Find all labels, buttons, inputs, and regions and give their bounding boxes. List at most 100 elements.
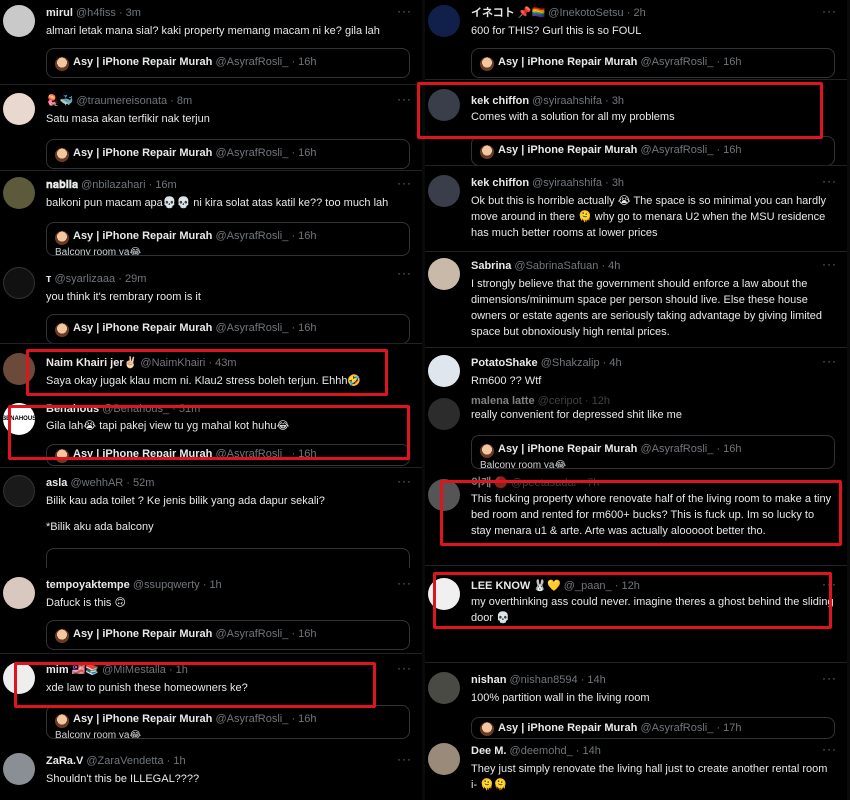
reply-tweet[interactable]: mim 🇲🇾📚 @MiMestalla · 1h ··· xde law to …	[0, 657, 422, 740]
timestamp[interactable]: 52m	[133, 477, 154, 489]
reply-tweet[interactable]: asla @wehhAR · 52m ··· Bilik kau ada toi…	[0, 470, 422, 568]
avatar[interactable]	[3, 267, 35, 299]
display-name[interactable]: Dee M.	[471, 745, 506, 757]
timestamp[interactable]: 1h	[176, 664, 188, 676]
user-handle[interactable]: @traumereisonata	[76, 95, 167, 107]
timestamp[interactable]: 4h	[608, 260, 620, 272]
user-handle[interactable]: @_paan_	[564, 580, 612, 592]
display-name[interactable]: 🪼🐳	[46, 95, 73, 107]
avatar[interactable]	[428, 578, 460, 610]
user-handle[interactable]: @syiraahshifa	[532, 95, 602, 107]
timestamp[interactable]: 51m	[179, 403, 200, 415]
more-options-icon[interactable]: ···	[822, 257, 837, 271]
user-handle[interactable]: @Benahous_	[102, 403, 169, 415]
more-options-icon[interactable]: ···	[822, 4, 837, 18]
reply-tweet[interactable]: Sabrina @SabrinaSafuan · 4h ··· I strong…	[425, 253, 847, 348]
display-name[interactable]: asla	[46, 477, 67, 489]
quoted-tweet-card[interactable]: Asy | iPhone Repair Murah @AsyrafRosli_ …	[46, 48, 410, 78]
avatar[interactable]	[428, 398, 460, 430]
quoted-tweet-card[interactable]: Asy | iPhone Repair Murah @AsyrafRosli_ …	[46, 314, 410, 344]
display-name[interactable]: 𝐧𝐚𝐛𝐢𝐥𝐚	[46, 179, 78, 191]
user-handle[interactable]: @h4fiss	[76, 7, 116, 19]
avatar[interactable]	[3, 5, 35, 37]
reply-tweet[interactable]: Dee M. @deemohd_ · 14h ··· They just sim…	[425, 738, 847, 800]
display-name[interactable]: PotatoShake	[471, 357, 538, 369]
reply-tweet[interactable]: 🪼🐳 @traumereisonata · 8m ··· Satu masa a…	[0, 88, 422, 171]
quoted-tweet-card[interactable]: Asy | iPhone Repair Murah @AsyrafRosli_ …	[471, 435, 835, 469]
display-name[interactable]: tempoyaktempe	[46, 579, 130, 591]
user-handle[interactable]: @ceripot	[538, 395, 582, 407]
user-handle[interactable]: @syarlizaaa	[54, 273, 115, 285]
reply-tweet[interactable]: 𝐧𝐚𝐛𝐢𝐥𝐚 @nbilazahari · 16m ··· balkoni pu…	[0, 172, 422, 256]
user-handle[interactable]: @NaimKhairi	[140, 357, 205, 369]
reply-tweet[interactable]: kek chiffon @syiraahshifa · 3h Comes wit…	[425, 84, 847, 166]
timestamp[interactable]: 1h	[209, 579, 221, 591]
display-name[interactable]: nishan	[471, 674, 506, 686]
display-name[interactable]: 이게 🔴	[471, 477, 508, 489]
avatar[interactable]	[428, 355, 460, 387]
display-name[interactable]: LEE KNOW 🐰💛	[471, 580, 561, 592]
display-name[interactable]: mirul	[46, 7, 73, 19]
display-name[interactable]: ZaRa.V	[46, 755, 83, 767]
user-handle[interactable]: @ssupqwerty	[133, 579, 200, 591]
quoted-tweet-card[interactable]: Asy | iPhone Repair Murah @AsyrafRosli_ …	[471, 717, 835, 739]
quoted-tweet-card[interactable]: Asy | iPhone Repair Murah @AsyrafRosli_ …	[46, 705, 410, 739]
timestamp[interactable]: 43m	[215, 357, 236, 369]
user-handle[interactable]: @peetasadar	[511, 477, 577, 489]
reply-tweet[interactable]: kek chiffon @syiraahshifa · 3h ··· Ok bu…	[425, 170, 847, 252]
more-options-icon[interactable]: ···	[397, 266, 412, 280]
user-handle[interactable]: @InekotoSetsu	[548, 7, 623, 19]
timestamp[interactable]: 29m	[125, 273, 146, 285]
reply-tweet[interactable]: LEE KNOW 🐰💛 @_paan_ · 12h ··· my overthi…	[425, 573, 847, 663]
reply-tweet[interactable]: malena latte @ceripot · 12h really conve…	[425, 393, 847, 471]
avatar[interactable]	[428, 258, 460, 290]
display-name[interactable]: mim 🇲🇾📚	[46, 664, 99, 676]
quoted-tweet-card[interactable]: Asy | iPhone Repair Murah @AsyrafRosli_ …	[46, 222, 410, 256]
more-options-icon[interactable]: ···	[397, 92, 412, 106]
more-options-icon[interactable]: ···	[397, 576, 412, 590]
more-options-icon[interactable]: ···	[397, 752, 412, 766]
user-handle[interactable]: @nbilazahari	[81, 179, 145, 191]
avatar[interactable]	[428, 672, 460, 704]
user-handle[interactable]: @Shakzalip	[541, 357, 600, 369]
reply-tweet[interactable]: ᴛ @syarlizaaa · 29m ··· you think it's r…	[0, 262, 422, 344]
avatar[interactable]	[3, 93, 35, 125]
reply-tweet[interactable]: BENAHOUS Benahous @Benahous_ · 51m Gila …	[0, 398, 422, 468]
timestamp[interactable]: 8m	[177, 95, 192, 107]
timestamp[interactable]: 12h	[621, 580, 639, 592]
reply-tweet[interactable]: mirul @h4fiss · 3m ··· almari letak mana…	[0, 0, 422, 85]
timestamp[interactable]: 2h	[633, 7, 645, 19]
reply-tweet[interactable]: イネコト 📌🏳️‍🌈 @InekotoSetsu · 2h ··· 600 fo…	[425, 0, 847, 80]
timestamp[interactable]: 3h	[612, 177, 624, 189]
user-handle[interactable]: @deemohd_	[510, 745, 573, 757]
user-handle[interactable]: @syiraahshifa	[532, 177, 602, 189]
more-options-icon[interactable]: ···	[822, 577, 837, 591]
display-name[interactable]: kek chiffon	[471, 95, 529, 107]
avatar[interactable]	[3, 662, 35, 694]
avatar[interactable]	[3, 577, 35, 609]
timestamp[interactable]: 14h	[582, 745, 600, 757]
display-name[interactable]: Naim Khairi jer✌🏻	[46, 357, 137, 369]
display-name[interactable]: ᴛ	[46, 273, 51, 285]
quoted-tweet-card[interactable]: Asy | iPhone Repair Murah @AsyrafRosli_ …	[46, 620, 410, 650]
more-options-icon[interactable]: ···	[397, 176, 412, 190]
reply-tweet[interactable]: Naim Khairi jer✌🏻 @NaimKhairi · 43m Saya…	[0, 348, 422, 398]
more-options-icon[interactable]: ···	[397, 661, 412, 675]
more-options-icon[interactable]: ···	[822, 742, 837, 756]
more-options-icon[interactable]: ···	[822, 671, 837, 685]
display-name[interactable]: イネコト 📌🏳️‍🌈	[471, 7, 545, 19]
benahous-logo-icon[interactable]: BENAHOUS	[3, 403, 35, 435]
reply-tweet[interactable]: nishan @nishan8594 · 14h ··· 100% partit…	[425, 667, 847, 739]
display-name[interactable]: Sabrina	[471, 260, 511, 272]
timestamp[interactable]: 7h	[587, 477, 599, 489]
timestamp[interactable]: 1h	[173, 755, 185, 767]
more-options-icon[interactable]: ···	[397, 474, 412, 488]
user-handle[interactable]: @nishan8594	[510, 674, 578, 686]
user-handle[interactable]: @MiMestalla	[102, 664, 166, 676]
avatar[interactable]	[3, 177, 35, 209]
display-name[interactable]: malena latte	[471, 395, 535, 407]
timestamp[interactable]: 4h	[609, 357, 621, 369]
avatar[interactable]	[428, 479, 460, 511]
quoted-tweet-card[interactable]: Asy | iPhone Repair Murah @AsyrafRosli_ …	[471, 136, 835, 166]
reply-tweet[interactable]: ZaRa.V @ZaraVendetta · 1h ··· Shouldn't …	[0, 748, 422, 800]
